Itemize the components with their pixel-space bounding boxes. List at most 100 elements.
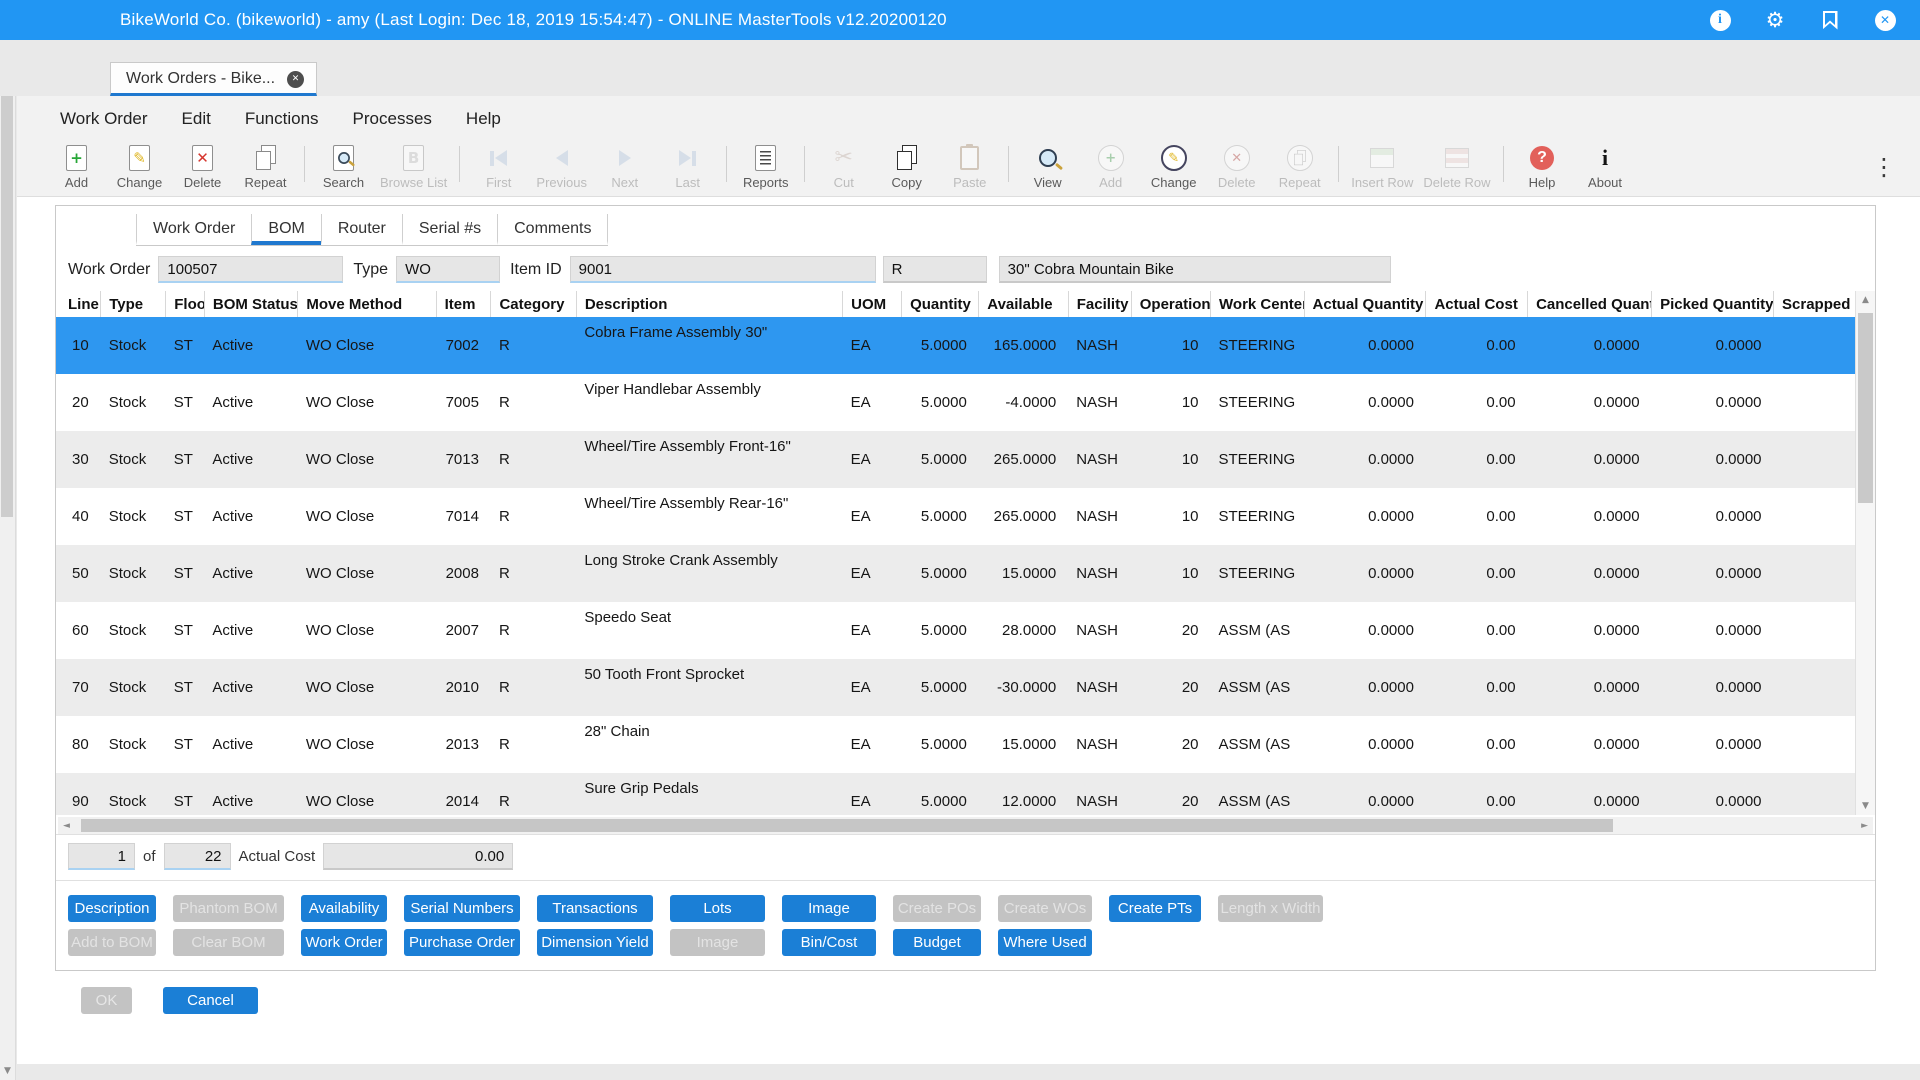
action-dimension-yield-button[interactable]: Dimension Yield (537, 929, 653, 956)
tab-close-icon[interactable]: ✕ (287, 71, 304, 88)
table-row[interactable]: 60StockSTActiveWO Close2007RSpeedo SeatE… (56, 602, 1855, 659)
cell-actual-cost: 0.00 (1426, 374, 1528, 431)
gear-icon[interactable]: ⚙ (1764, 9, 1786, 31)
scroll-up-icon[interactable]: ▲ (1856, 295, 1875, 305)
column-header-line: Line (56, 291, 101, 317)
action-transactions-button[interactable]: Transactions (537, 895, 653, 922)
column-header-type: Type (101, 291, 166, 317)
cell-item: 7013 (436, 431, 491, 488)
cell-category: R (491, 716, 576, 773)
tab-comments[interactable]: Comments (497, 214, 608, 245)
menu-work-order[interactable]: Work Order (60, 109, 148, 128)
toolbar-add-button[interactable]: +Add (45, 143, 108, 190)
table-row[interactable]: 90StockSTActiveWO Close2014RSure Grip Pe… (56, 773, 1855, 815)
bookmark-icon[interactable] (1819, 9, 1841, 31)
scroll-down-icon[interactable]: ▼ (0, 1066, 15, 1076)
toolbar-repeat-button: Repeat (1268, 143, 1331, 190)
action-budget-button[interactable]: Budget (893, 929, 981, 956)
tab-work-order[interactable]: Work Order (136, 214, 251, 245)
main-panel: Work Order Edit Functions Processes Help +Ad… (17, 96, 1920, 1064)
toolbar-button-label: Copy (892, 175, 922, 190)
table-row[interactable]: 50StockSTActiveWO Close2008RLong Stroke … (56, 545, 1855, 602)
scrollbar-track[interactable] (75, 819, 1856, 832)
cell-actual-cost: 0.00 (1426, 602, 1528, 659)
column-header-cancelled-quantity: Cancelled Quantity (1528, 291, 1652, 317)
action-image-button[interactable]: Image (782, 895, 876, 922)
action-where-used-button[interactable]: Where Used (998, 929, 1092, 956)
toolbar-delete-button[interactable]: ✕Delete (171, 143, 234, 190)
table-vertical-scrollbar[interactable]: ▲ ▼ (1855, 291, 1875, 815)
scrollbar-thumb[interactable] (1, 58, 13, 517)
toolbar-about-button[interactable]: iAbout (1574, 143, 1637, 190)
toolbar-separator (804, 146, 805, 182)
action-serial-numbers-button[interactable]: Serial Numbers (404, 895, 520, 922)
record-count-input[interactable] (164, 843, 231, 870)
cancel-button[interactable]: Cancel (163, 987, 258, 1014)
table-row[interactable]: 80StockSTActiveWO Close2013R28" ChainEA5… (56, 716, 1855, 773)
action-lots-button[interactable]: Lots (670, 895, 765, 922)
action-image-2-button: Image (670, 929, 765, 956)
table-row[interactable]: 10StockSTActiveWO Close7002RCobra Frame … (56, 317, 1855, 374)
cell-uom: EA (843, 488, 902, 545)
cell-item: 2008 (436, 545, 491, 602)
cell-item: 2007 (436, 602, 491, 659)
toolbar-button-label: Repeat (1279, 175, 1321, 190)
scroll-left-icon[interactable]: ◄ (58, 821, 75, 831)
cell-line: 10 (56, 317, 101, 374)
toolbar-view-button[interactable]: View (1016, 143, 1079, 190)
tab-serial-s[interactable]: Serial #s (402, 214, 497, 245)
table-row[interactable]: 30StockSTActiveWO Close7013RWheel/Tire A… (56, 431, 1855, 488)
info-icon[interactable]: i (1709, 9, 1731, 31)
close-window-icon[interactable]: ✕ (1874, 9, 1896, 31)
tab-router[interactable]: Router (321, 214, 402, 245)
action-description-button[interactable]: Description (68, 895, 156, 922)
cell-picked-quantity: 0.0000 (1652, 545, 1774, 602)
toolbar-search-button[interactable]: Search (312, 143, 375, 190)
scrollbar-thumb[interactable] (1858, 313, 1873, 503)
cell-type: Stock (101, 488, 166, 545)
menu-processes[interactable]: Processes (353, 109, 432, 128)
toolbar-copy-button[interactable]: Copy (875, 143, 938, 190)
table-row[interactable]: 70StockSTActiveWO Close2010R50 Tooth Fro… (56, 659, 1855, 716)
type-input[interactable] (396, 256, 500, 283)
cell-actual-cost: 0.00 (1426, 659, 1528, 716)
table-row[interactable]: 40StockSTActiveWO Close7014RWheel/Tire A… (56, 488, 1855, 545)
action-create-pts-button[interactable]: Create PTs (1109, 895, 1201, 922)
item-description-field[interactable] (999, 256, 1391, 283)
action-purchase-order-button[interactable]: Purchase Order (404, 929, 520, 956)
action-work-order-button[interactable]: Work Order (301, 929, 387, 956)
cell-facility: NASH (1068, 659, 1131, 716)
toolbar-change-button[interactable]: ✎Change (1142, 143, 1205, 190)
action-bin-cost-button[interactable]: Bin/Cost (782, 929, 876, 956)
document-tab[interactable]: Work Orders - Bike... ✕ (110, 62, 317, 96)
item-id-input[interactable] (570, 256, 876, 283)
toolbar-browse-list-button: BBrowse List (375, 143, 452, 190)
work-order-input[interactable] (158, 256, 343, 283)
toolbar-reports-button[interactable]: Reports (734, 143, 797, 190)
doc-b-icon: B (403, 143, 424, 173)
item-category-field[interactable] (883, 256, 987, 283)
toolbar-change-button[interactable]: ✎Change (108, 143, 171, 190)
window-vertical-scrollbar[interactable]: ▲ ▼ (0, 40, 16, 1080)
tab-bom[interactable]: BOM (251, 214, 320, 245)
column-header-facility: Facility (1068, 291, 1131, 317)
menu-functions[interactable]: Functions (245, 109, 319, 128)
toolbar-help-button[interactable]: ?Help (1511, 143, 1574, 190)
action-availability-button[interactable]: Availability (301, 895, 387, 922)
actual-cost-input[interactable] (323, 843, 513, 870)
toolbar-delete-row-button: Delete Row (1418, 143, 1495, 190)
item-id-label: Item ID (510, 261, 562, 279)
cell-item: 2010 (436, 659, 491, 716)
menu-edit[interactable]: Edit (182, 109, 211, 128)
scroll-down-icon[interactable]: ▼ (1856, 801, 1875, 811)
table-row[interactable]: 20StockSTActiveWO Close7005RViper Handle… (56, 374, 1855, 431)
scroll-right-icon[interactable]: ► (1856, 821, 1873, 831)
toolbar-overflow-icon[interactable]: ⋮ (1862, 153, 1906, 181)
toolbar-repeat-button[interactable]: Repeat (234, 143, 297, 190)
toolbar-button-label: Delete Row (1423, 175, 1490, 190)
table-horizontal-scrollbar[interactable]: ◄ ► (58, 817, 1873, 834)
cell-line: 20 (56, 374, 101, 431)
menu-help[interactable]: Help (466, 109, 501, 128)
record-number-input[interactable] (68, 843, 135, 870)
scrollbar-thumb[interactable] (81, 819, 1613, 832)
